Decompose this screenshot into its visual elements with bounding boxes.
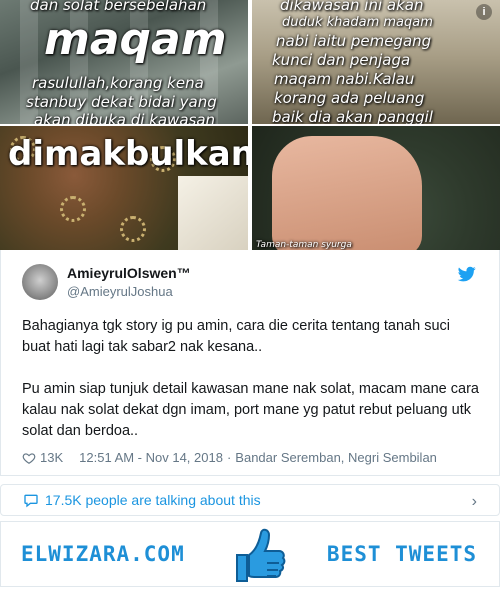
tweet-card[interactable]: AmieyrulOlswen™ @AmieyrulJoshua Bahagian… xyxy=(0,250,500,476)
best-tweets-text: BEST TWEETS xyxy=(326,542,477,566)
tweet-location[interactable]: Bandar Seremban, Negri Sembilan xyxy=(235,450,437,465)
story-text: nabi iaitu pemegang xyxy=(276,32,432,50)
media-grid[interactable]: dan solat bersebelahan maqam rasulullah,… xyxy=(0,0,500,250)
twitter-bird-icon[interactable] xyxy=(457,265,477,283)
story-text: duduk khadam maqam xyxy=(282,15,433,30)
story-headline: maqam xyxy=(44,14,227,65)
story-text: rasulullah,korang kena xyxy=(32,74,204,92)
media-image-3[interactable]: dimakbulkan xyxy=(0,126,248,250)
story-headline: dimakbulkan xyxy=(8,134,248,174)
speech-bubble-icon xyxy=(24,494,38,508)
story-text: kunci dan penjaga xyxy=(272,51,411,69)
story-text: korang ada peluang xyxy=(274,89,425,107)
brand-text[interactable]: ELWIZARA.COM xyxy=(21,542,185,566)
story-text: maqam nabi.Kalau xyxy=(274,70,415,88)
like-count[interactable]: 13K xyxy=(40,450,63,465)
conversation-label: 17.5K people are talking about this xyxy=(45,492,261,508)
tweet-timestamp[interactable]: 12:51 AM - Nov 14, 2018 xyxy=(79,450,223,465)
chevron-right-icon: › xyxy=(471,493,477,510)
user-handle[interactable]: @AmieyrulJoshua xyxy=(67,284,173,299)
thumbs-up-icon xyxy=(236,528,286,582)
tweet-text: Bahagianya tgk story ig pu amin, cara di… xyxy=(22,316,482,442)
footer-banner: ELWIZARA.COM BEST TWEETS xyxy=(0,521,500,587)
tweet-paragraph: Bahagianya tgk story ig pu amin, cara di… xyxy=(22,318,451,355)
display-name[interactable]: AmieyrulOlswen™ xyxy=(67,265,191,281)
media-image-1[interactable]: dan solat bersebelahan maqam rasulullah,… xyxy=(0,0,248,124)
conversation-link[interactable]: 17.5K people are talking about this › xyxy=(0,484,500,516)
tweet-paragraph: Pu amin siap tunjuk detail kawasan mane … xyxy=(22,381,479,439)
story-caption: Taman-taman syurga xyxy=(256,240,352,250)
info-icon[interactable]: i xyxy=(476,4,492,20)
media-image-4[interactable]: Taman-taman syurga xyxy=(252,126,500,250)
story-text: dan solat bersebelahan xyxy=(30,0,207,14)
story-text: stanbuy dekat bidai yang xyxy=(26,93,217,111)
story-text: dikawasan ini akan xyxy=(280,0,424,14)
avatar[interactable] xyxy=(22,264,58,300)
story-text: baik dia akan panggil xyxy=(272,108,433,124)
meta-separator: · xyxy=(226,450,232,465)
story-text: akan dibuka di kawasan xyxy=(34,111,216,124)
tweet-meta: 13K 12:51 AM - Nov 14, 2018 · Bandar Ser… xyxy=(22,450,437,465)
heart-icon[interactable] xyxy=(22,451,36,465)
media-image-2[interactable]: dikawasan ini akan duduk khadam maqam na… xyxy=(252,0,500,124)
